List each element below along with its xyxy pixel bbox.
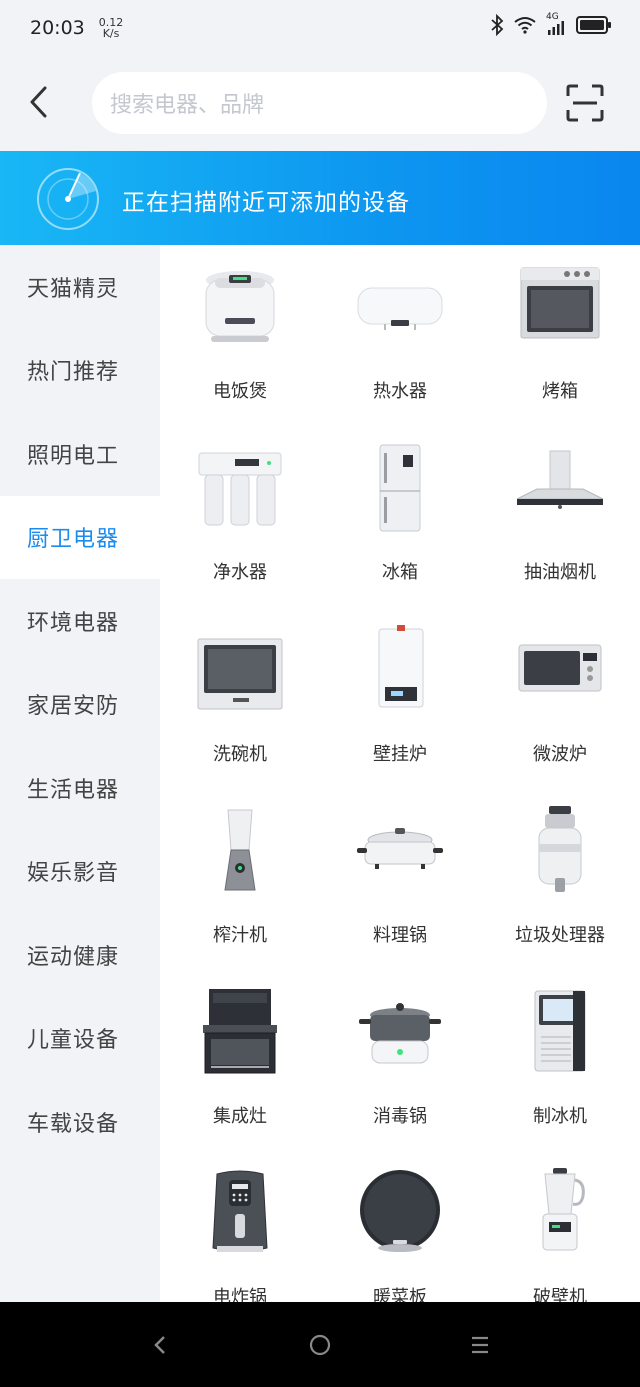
device-label: 烤箱	[542, 381, 578, 402]
sidebar-item-sports-health[interactable]: 运动健康	[0, 913, 160, 997]
device-label: 电炸锅	[213, 1287, 267, 1302]
microwave-icon	[518, 644, 602, 692]
sidebar-item-vehicle[interactable]: 车载设备	[0, 1080, 160, 1164]
sidebar-item-lighting[interactable]: 照明电工	[0, 412, 160, 496]
device-item-garbage-disposer[interactable]: 垃圾处理器	[480, 789, 640, 970]
network-speed: 0.12 K/s	[99, 17, 124, 39]
device-label: 冰箱	[382, 562, 418, 584]
sidebar-item-living[interactable]: 生活电器	[0, 746, 160, 830]
status-time: 20:03	[30, 17, 85, 39]
fridge-icon	[379, 444, 421, 532]
header: 搜索电器、品牌	[0, 56, 640, 151]
warming-plate-icon	[360, 1170, 440, 1253]
device-item-air-fryer[interactable]: 电炸锅	[160, 1151, 320, 1302]
sidebar-item-kitchen-bath[interactable]: 厨卫电器	[0, 495, 160, 579]
device-label: 制冰机	[533, 1106, 587, 1128]
category-sidebar: 天猫精灵 热门推荐 照明电工 厨卫电器 环境电器 家居安防 生活电器 娱乐影音 …	[0, 245, 160, 1302]
device-label: 垃圾处理器	[515, 924, 605, 946]
blender-icon	[542, 1168, 585, 1251]
nav-home-icon	[309, 1334, 331, 1356]
range-hood-icon	[516, 450, 604, 510]
air-fryer-icon	[212, 1170, 268, 1253]
bluetooth-icon	[491, 14, 504, 36]
device-item-juicer[interactable]: 榨汁机	[160, 789, 320, 970]
device-label: 暖菜板	[373, 1287, 427, 1302]
search-placeholder: 搜索电器、品牌	[110, 93, 265, 118]
integrated-stove-icon	[203, 989, 277, 1074]
banner-text: 正在扫描附近可添加的设备	[122, 190, 410, 216]
sidebar-item-home-security[interactable]: 家居安防	[0, 663, 160, 747]
device-item-fridge[interactable]: 冰箱	[320, 426, 480, 607]
device-item-warming-plate[interactable]: 暖菜板	[320, 1151, 480, 1302]
device-item-wall-boiler[interactable]: 壁挂炉	[320, 608, 480, 789]
radar-icon	[37, 168, 99, 230]
back-button[interactable]	[22, 82, 56, 122]
wall-boiler-icon	[378, 624, 424, 708]
device-label: 料理锅	[373, 924, 427, 946]
device-item-dishwasher[interactable]: 洗碗机	[160, 608, 320, 789]
device-label: 热水器	[373, 381, 427, 402]
device-label: 榨汁机	[213, 924, 267, 946]
device-item-integrated-stove[interactable]: 集成灶	[160, 970, 320, 1151]
oven-icon	[520, 267, 600, 339]
sidebar-item-environment[interactable]: 环境电器	[0, 579, 160, 663]
sterilizer-pot-icon	[359, 1003, 441, 1064]
wifi-icon	[514, 17, 536, 34]
device-label: 微波炉	[533, 743, 587, 765]
scan-button[interactable]	[566, 84, 604, 122]
device-item-cooking-pot[interactable]: 料理锅	[320, 789, 480, 970]
scan-icon	[566, 84, 604, 122]
water-purifier-icon	[198, 452, 282, 526]
chevron-left-icon	[30, 86, 47, 118]
device-item-blender[interactable]: 破壁机	[480, 1151, 640, 1302]
dishwasher-icon	[197, 638, 283, 710]
ice-maker-icon	[534, 990, 586, 1072]
device-label: 洗碗机	[213, 743, 267, 765]
device-item-range-hood[interactable]: 抽油烟机	[480, 426, 640, 607]
nav-menu-button[interactable]	[465, 1330, 495, 1360]
sidebar-item-children[interactable]: 儿童设备	[0, 997, 160, 1081]
water-heater-icon	[357, 287, 443, 330]
device-item-oven[interactable]: 烤箱	[480, 245, 640, 426]
network-speed-unit: K/s	[102, 27, 120, 40]
device-label: 壁挂炉	[373, 743, 427, 765]
cell-signal-icon: 4G	[546, 12, 566, 36]
device-label: 消毒锅	[373, 1106, 427, 1128]
search-input[interactable]: 搜索电器、品牌	[92, 72, 547, 134]
scan-banner: 正在扫描附近可添加的设备	[0, 151, 640, 245]
garbage-disposer-icon	[538, 805, 582, 892]
device-item-ice-maker[interactable]: 制冰机	[480, 970, 640, 1151]
device-item-water-purifier[interactable]: 净水器	[160, 426, 320, 607]
device-item-water-heater[interactable]: 热水器	[320, 245, 480, 426]
device-label: 净水器	[213, 562, 267, 584]
nav-home-button[interactable]	[305, 1330, 335, 1360]
cooking-pot-icon	[357, 827, 443, 869]
device-label: 集成灶	[213, 1106, 267, 1128]
system-nav-bar	[0, 1302, 640, 1387]
device-item-rice-cooker[interactable]: 电饭煲	[160, 245, 320, 426]
sidebar-item-tmall-genie[interactable]: 天猫精灵	[0, 245, 160, 329]
battery-icon	[576, 16, 611, 34]
device-grid: 电饭煲 热水器 烤箱 净水器 冰箱 抽油烟机 洗碗机 壁挂炉 微波炉 榨汁机 料…	[160, 245, 640, 1302]
rice-cooker-icon	[205, 271, 275, 342]
status-icons: 4G	[490, 12, 612, 36]
nav-back-button[interactable]	[145, 1330, 175, 1360]
device-grid-panel: 电饭煲 热水器 烤箱 净水器 冰箱 抽油烟机 洗碗机 壁挂炉 微波炉 榨汁机 料…	[160, 245, 640, 1302]
device-label: 抽油烟机	[524, 562, 596, 584]
device-label: 电饭煲	[213, 381, 267, 402]
device-item-sterilizer-pot[interactable]: 消毒锅	[320, 970, 480, 1151]
status-bar: 20:03 0.12 K/s 4G	[0, 0, 640, 56]
juicer-icon	[224, 809, 256, 891]
device-label: 破壁机	[533, 1287, 587, 1302]
nav-back-icon	[154, 1336, 165, 1354]
sidebar-item-entertainment[interactable]: 娱乐影音	[0, 830, 160, 914]
sidebar-item-popular[interactable]: 热门推荐	[0, 329, 160, 413]
device-item-microwave[interactable]: 微波炉	[480, 608, 640, 789]
nav-menu-icon	[472, 1336, 488, 1354]
